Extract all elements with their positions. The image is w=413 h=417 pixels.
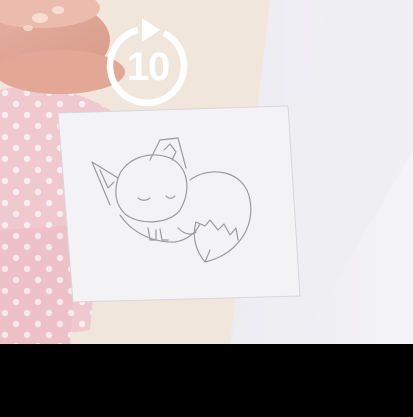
video-frame[interactable]: 10 xyxy=(0,0,413,344)
video-content xyxy=(0,0,413,344)
replay-10-button[interactable]: 10 xyxy=(104,12,192,108)
replay-seconds-label: 10 xyxy=(126,45,171,89)
letterbox-bar xyxy=(0,344,413,417)
